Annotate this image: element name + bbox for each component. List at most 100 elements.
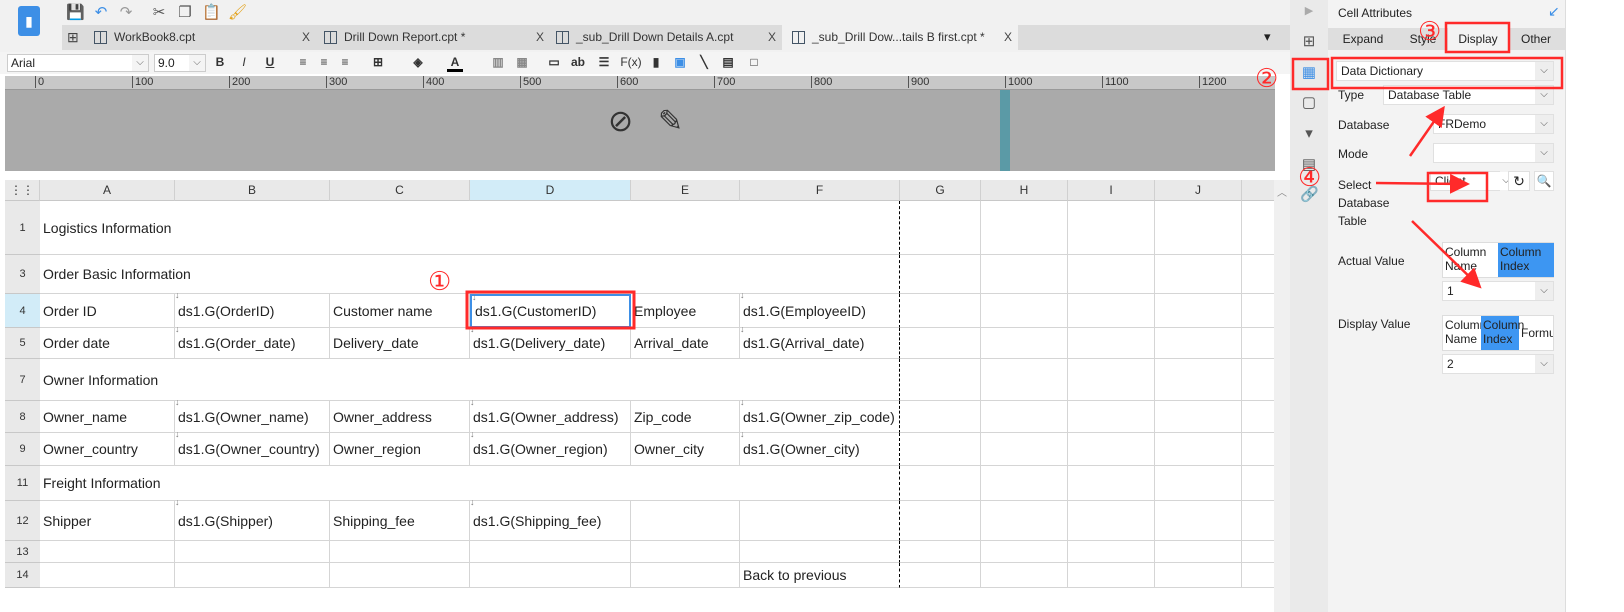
grid-cell[interactable] [631, 563, 740, 588]
grid-cell[interactable] [1068, 563, 1155, 588]
grid-cell[interactable] [1155, 328, 1242, 359]
grid-cell[interactable] [1068, 201, 1155, 255]
italic-button[interactable]: I [236, 55, 252, 69]
grid-cell[interactable] [1242, 294, 1275, 328]
row-header-14[interactable]: 14 [5, 563, 40, 588]
new-report-icon[interactable]: ⊞ [67, 29, 79, 46]
column-header-C[interactable]: C [330, 180, 470, 201]
grid-cell[interactable] [981, 328, 1068, 359]
grid-cell[interactable]: Order date [40, 328, 175, 359]
grid-cell[interactable]: ds1.G(Owner_city) ↓ [740, 429, 900, 466]
tab-other[interactable]: Other [1510, 28, 1562, 50]
grid-cell[interactable] [1242, 328, 1275, 359]
grid-cell[interactable]: ds1.G(Arrival_date) ↓ [740, 324, 900, 359]
grid-cell[interactable] [1068, 541, 1155, 563]
slash-icon[interactable]: ╲ [696, 55, 712, 69]
selected-cell[interactable]: ds1.G(CustomerID) ↓ [470, 292, 631, 328]
cell-element-icon[interactable]: ⊞ [1300, 33, 1318, 51]
spreadsheet-grid[interactable]: ⋮⋮ A B C D E F G H I J 1 Logistics Information 3 Order… [5, 180, 1275, 612]
grid-cell[interactable]: Delivery_date [330, 328, 470, 359]
grid-cell[interactable] [900, 433, 981, 466]
select-all-corner[interactable]: ⋮⋮ [5, 180, 40, 201]
grid-cell[interactable] [175, 541, 330, 563]
mode-select[interactable]: ⌵ [1433, 143, 1554, 163]
grid-cell[interactable] [1155, 201, 1242, 255]
column-header-B[interactable]: B [175, 180, 330, 201]
paste-icon[interactable]: 📋 [202, 4, 221, 22]
grid-cell[interactable] [1155, 563, 1242, 588]
actual-value-select[interactable]: 1 ⌵ [1442, 281, 1554, 301]
grid-cell[interactable] [900, 563, 981, 588]
grid-cell[interactable] [175, 563, 330, 588]
grid-cell[interactable] [1242, 541, 1275, 563]
grid-cell[interactable] [1155, 359, 1242, 401]
grid-cell[interactable] [900, 501, 981, 541]
refresh-button[interactable]: ↻ [1508, 171, 1530, 191]
grid-cell[interactable]: Owner_name [40, 401, 175, 433]
grid-cell[interactable] [1068, 294, 1155, 328]
grid-cell[interactable]: Logistics Information [40, 201, 900, 255]
display-column-name-option[interactable]: Column Name [1443, 316, 1486, 350]
row-header-7[interactable]: 7 [5, 359, 40, 401]
grid-cell[interactable]: ds1.G(Delivery_date) ↓ [470, 324, 631, 359]
collapse-arrow-icon[interactable]: ▶ [1300, 2, 1318, 20]
grid-cell[interactable] [1155, 255, 1242, 294]
save-icon[interactable]: 💾 [66, 4, 85, 22]
grid-cell[interactable] [1242, 433, 1275, 466]
grid-cell[interactable] [1155, 501, 1242, 541]
column-header-E[interactable]: E [631, 180, 740, 201]
grid-cell[interactable] [981, 255, 1068, 294]
tab-menu-icon[interactable]: ▾ [1264, 29, 1271, 45]
column-header-G[interactable]: G [900, 180, 981, 201]
grid-cell[interactable]: Shipping_fee [330, 501, 470, 541]
preview-button[interactable]: 🔍 [1534, 171, 1554, 191]
grid-cell[interactable] [1242, 255, 1275, 294]
row-header-9[interactable]: 9 [5, 433, 40, 466]
grid-cell[interactable]: Owner_address [330, 401, 470, 433]
grid-cell[interactable]: ds1.G(Shipping_fee) ↓ [470, 497, 631, 541]
close-icon[interactable]: X [1004, 25, 1012, 50]
grid-cell[interactable] [1242, 501, 1275, 541]
grid-cell[interactable] [900, 466, 981, 501]
close-icon[interactable]: X [768, 25, 776, 50]
grid-cell[interactable] [900, 294, 981, 328]
app-logo-icon[interactable]: ▮ [18, 6, 40, 36]
copy-icon[interactable]: ❐ [176, 4, 194, 22]
grid-cell[interactable]: Order ID [40, 294, 175, 328]
grid-cell[interactable] [1242, 201, 1275, 255]
grid-cell[interactable]: Order Basic Information [40, 255, 900, 294]
grid-cell[interactable]: ds1.G(Owner_country) ↓ [175, 429, 330, 466]
grid-cell[interactable] [900, 401, 981, 433]
grid-cell[interactable]: Freight Information [40, 466, 900, 501]
grid-cell[interactable] [1155, 433, 1242, 466]
grid-cell[interactable] [470, 563, 631, 588]
type-select[interactable]: Database Table ⌵ [1383, 85, 1554, 105]
redo-icon[interactable]: ↷ [117, 4, 135, 22]
grid-cell[interactable] [740, 541, 900, 563]
row-header-5[interactable]: 5 [5, 328, 40, 359]
grid-cell[interactable] [1242, 466, 1275, 501]
scroll-up-icon[interactable]: ︿ [1274, 184, 1290, 199]
text-button[interactable]: ab [570, 55, 586, 69]
grid-cell[interactable] [981, 433, 1068, 466]
row-header-12[interactable]: 12 [5, 501, 40, 541]
grid-cell[interactable] [1068, 401, 1155, 433]
grid-cell[interactable] [900, 201, 981, 255]
format-painter-icon[interactable]: 🖌 [228, 4, 247, 22]
grid-cell[interactable] [1155, 294, 1242, 328]
grid-cell[interactable] [1155, 541, 1242, 563]
tab-sub-details-b[interactable]: _sub_Drill Dow...tails B first.cpt * X [782, 25, 1018, 50]
column-header-H[interactable]: H [981, 180, 1068, 201]
grid-cell[interactable] [981, 541, 1068, 563]
cut-icon[interactable]: ✂ [150, 4, 168, 22]
dock-arrow-icon[interactable]: ↙ [1548, 3, 1560, 20]
grid-cell[interactable] [1068, 359, 1155, 401]
row-header-11[interactable]: 11 [5, 466, 40, 501]
grid-cell[interactable]: Arrival_date [631, 328, 740, 359]
column-header-D[interactable]: D [470, 180, 631, 201]
tab-workbook8[interactable]: WorkBook8.cpt X [84, 25, 314, 50]
tab-sub-details-a[interactable]: _sub_Drill Down Details A.cpt X [546, 25, 782, 50]
font-color-icon[interactable]: A [447, 55, 463, 72]
grid-cell[interactable] [981, 401, 1068, 433]
grid-cell[interactable] [1068, 255, 1155, 294]
